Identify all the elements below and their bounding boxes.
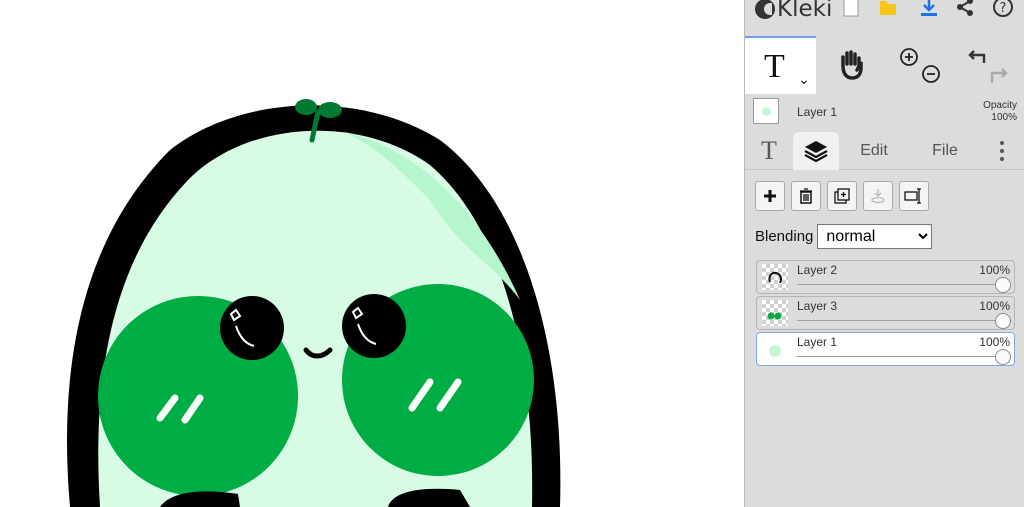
opacity-slider-knob[interactable] [995, 313, 1011, 329]
layer-opacity: 100% [979, 299, 1010, 313]
blending-row: Blending normal [755, 223, 933, 249]
blending-label: Blending [755, 227, 814, 245]
layer-item-layer-3[interactable]: Layer 3 100% [756, 296, 1015, 330]
open-folder-icon [880, 1, 896, 15]
tab-edit[interactable]: Edit [849, 132, 899, 170]
zoom-out-icon [922, 65, 940, 83]
layer-thumbnail [762, 336, 788, 362]
layer-name: Layer 1 [797, 335, 838, 349]
app-logo[interactable]: Kleki [755, 0, 832, 23]
tool-row: T ⌄ [745, 36, 1024, 94]
add-layer-icon [764, 190, 776, 202]
rename-layer-button[interactable] [899, 181, 929, 211]
right-eye [342, 294, 406, 358]
tool-dropdown-caret[interactable]: ⌄ [798, 71, 810, 88]
layer-opacity: 100% [979, 335, 1010, 349]
share-icon [957, 0, 973, 16]
current-layer-name: Layer 1 [797, 105, 838, 119]
help-icon: ? [993, 0, 1013, 17]
current-layer-row[interactable]: Layer 1 Opacity 100% [745, 94, 1024, 132]
duplicate-layer-icon [834, 188, 850, 204]
open-button[interactable] [876, 0, 900, 20]
duplicate-layer-button[interactable] [827, 181, 857, 211]
undo-redo-buttons [957, 36, 1023, 94]
save-download-icon [921, 0, 937, 16]
zoom-in-icon [900, 48, 918, 66]
blending-select[interactable]: normal [817, 223, 933, 249]
panel-tabs: T Edit File [745, 132, 1024, 170]
svg-text:?: ? [1000, 1, 1007, 16]
tab-edit-label: Edit [860, 142, 888, 159]
opacity-slider-knob[interactable] [995, 277, 1011, 293]
text-tool-glyph: T [764, 48, 785, 85]
layer-opacity: 100% [979, 263, 1010, 277]
tab-file-label: File [932, 142, 958, 159]
layer-item-layer-2[interactable]: Layer 2 100% [756, 260, 1015, 294]
help-button[interactable]: ? [991, 0, 1015, 20]
save-button[interactable] [917, 0, 941, 20]
text-tool-button[interactable]: T ⌄ [745, 36, 816, 94]
kleki-logo-icon [755, 0, 775, 19]
opacity-value: 100% [991, 112, 1017, 123]
canvas-artwork [67, 99, 561, 507]
rename-layer-icon [904, 188, 921, 204]
opacity-label: Opacity [983, 100, 1017, 111]
share-button[interactable] [953, 0, 977, 20]
redo-icon [990, 68, 1008, 83]
delete-layer-icon [800, 188, 812, 204]
tab-more[interactable] [989, 132, 1015, 170]
hand-icon [841, 50, 863, 80]
merge-down-icon [871, 189, 885, 204]
new-image-icon [843, 0, 859, 17]
layer-thumbnail [762, 264, 788, 290]
tab-file[interactable]: File [920, 132, 970, 170]
current-layer-thumbnail [753, 98, 779, 124]
opacity-slider-track[interactable] [797, 356, 1004, 357]
layer-name: Layer 2 [797, 263, 838, 277]
text-tab-glyph: T [761, 136, 777, 165]
more-vertical-icon [1000, 141, 1004, 161]
current-layer-opacity: Opacity 100% [983, 100, 1017, 124]
tab-layers[interactable] [793, 132, 839, 170]
top-toolbar: Kleki ? [745, 0, 1024, 26]
drawing-canvas[interactable] [0, 0, 744, 507]
delete-layer-button[interactable] [791, 181, 821, 211]
layer-thumbnail [762, 300, 788, 326]
opacity-slider-track[interactable] [797, 320, 1004, 321]
left-eye [220, 296, 284, 360]
merge-down-button[interactable] [863, 181, 893, 211]
opacity-slider-track[interactable] [797, 284, 1004, 285]
opacity-slider-knob[interactable] [995, 349, 1011, 365]
hand-tool-button[interactable] [823, 36, 879, 94]
zoom-buttons [889, 36, 953, 94]
add-layer-button[interactable] [755, 181, 785, 211]
tab-tool-settings[interactable]: T [751, 132, 787, 170]
layer-name: Layer 3 [797, 299, 838, 313]
new-image-button[interactable] [839, 0, 863, 20]
undo-icon [968, 50, 986, 63]
layers-icon [804, 141, 828, 163]
layer-item-layer-1[interactable]: Layer 1 100% [756, 332, 1015, 366]
side-panel: Kleki ? T ⌄ Layer 1 Opacity 100% T Edit … [744, 0, 1024, 507]
app-logo-text: Kleki [777, 0, 833, 22]
